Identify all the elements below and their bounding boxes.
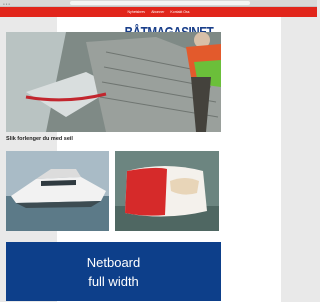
address-bar[interactable]: [70, 1, 250, 5]
hero-image[interactable]: [6, 32, 221, 132]
top-nav: Nyhetsbrev Abonner Kontakt Oss: [0, 7, 317, 17]
nav-item-contact[interactable]: Kontakt Oss: [170, 7, 189, 17]
ad-line-1: Netboard: [86, 254, 141, 270]
boat-photo: [6, 151, 109, 231]
hero-title[interactable]: Slik forlenger du med seil: [6, 136, 73, 142]
hero-photo: [6, 32, 221, 132]
browser-toolbar: ● ● ●: [0, 0, 317, 7]
ad-line-2: full width: [88, 273, 139, 289]
nav-item-subscribe[interactable]: Abonner: [151, 7, 164, 17]
article-card-pillow[interactable]: [115, 151, 219, 231]
netboard-ad[interactable]: Netboard full width: [6, 242, 221, 301]
nav-item-newsletter[interactable]: Nyhetsbrev: [127, 7, 145, 17]
pillow-photo: [115, 151, 219, 231]
article-card-boat[interactable]: [6, 151, 109, 231]
window-controls-icon[interactable]: ● ● ●: [3, 2, 10, 6]
